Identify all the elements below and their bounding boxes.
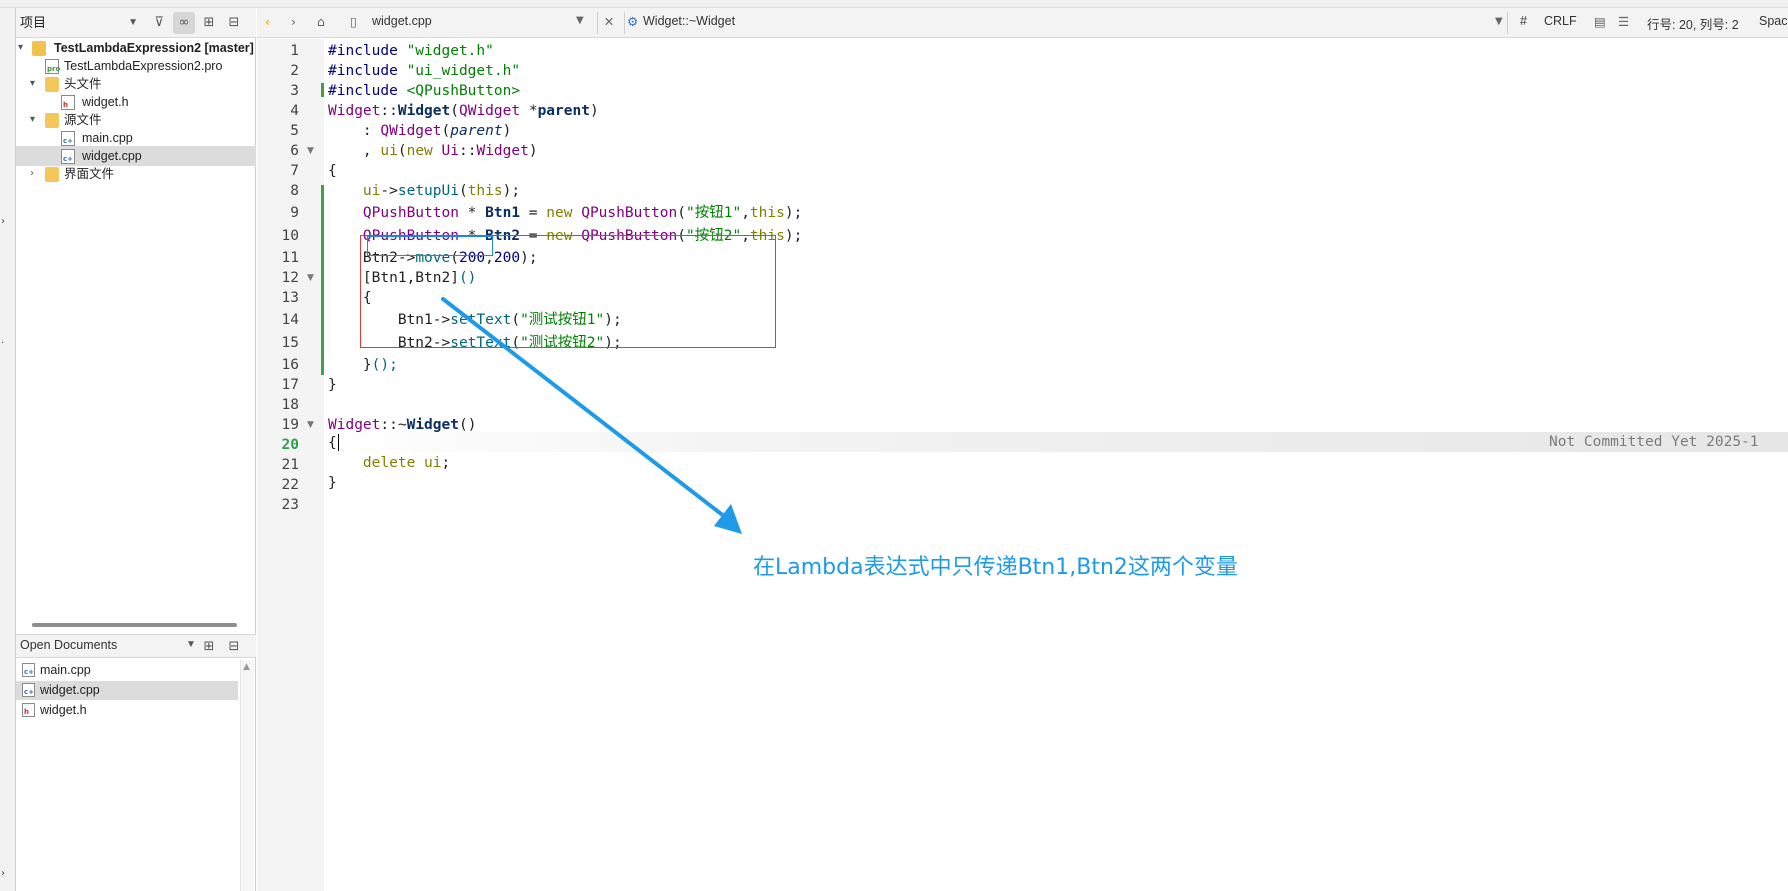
annotation-arrow <box>441 297 742 534</box>
annotation-caption: 在Lambda表达式中只传递Btn1,Btn2这两个变量 <box>753 555 1238 580</box>
